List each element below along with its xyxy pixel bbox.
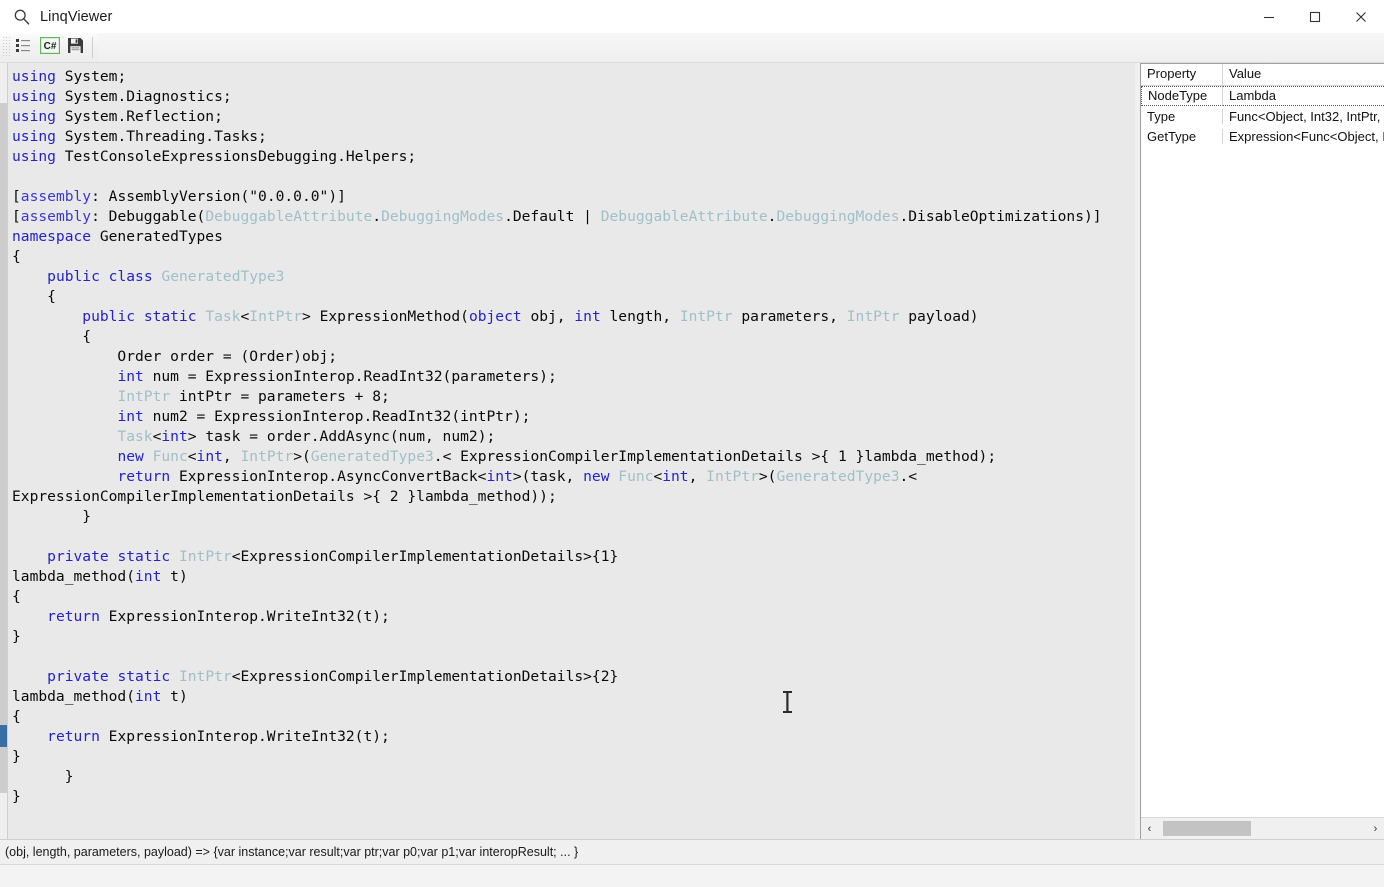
save-icon bbox=[67, 37, 84, 59]
save-button[interactable] bbox=[63, 36, 88, 59]
toolbar-grip[interactable] bbox=[3, 37, 11, 58]
table-row[interactable]: GetType Expression<Func<Object, I bbox=[1141, 126, 1384, 146]
property-name-cell: Type bbox=[1141, 108, 1223, 124]
close-button[interactable] bbox=[1338, 0, 1384, 33]
scroll-track[interactable] bbox=[1158, 819, 1367, 838]
table-row[interactable]: Type Func<Object, Int32, IntPtr, In bbox=[1141, 106, 1384, 126]
editor-vertical-scrollbar[interactable] bbox=[0, 63, 8, 839]
title-bar-left: LinqViewer bbox=[0, 8, 112, 26]
property-grid-pane: Property Value NodeType Lambda Type Func<Ob… bbox=[1140, 63, 1384, 839]
column-header-value[interactable]: Value bbox=[1223, 64, 1384, 85]
property-value-cell: Func<Object, Int32, IntPtr, In bbox=[1229, 108, 1384, 124]
csharp-icon: C# bbox=[39, 36, 60, 59]
table-row[interactable]: NodeType Lambda bbox=[1141, 86, 1384, 106]
linqviewer-window: LinqViewer C# using System; using System… bbox=[0, 0, 1384, 887]
editor-scrollbar-marker bbox=[0, 725, 7, 747]
property-grid-header: Property Value bbox=[1141, 64, 1384, 86]
property-name-cell: NodeType bbox=[1141, 86, 1223, 106]
toolbar-empty-area bbox=[98, 33, 1384, 62]
toolbar: C# bbox=[0, 33, 1384, 63]
column-header-property[interactable]: Property bbox=[1141, 64, 1223, 85]
tree-view-button[interactable] bbox=[11, 36, 36, 59]
main-content: using System; using System.Diagnostics; … bbox=[0, 63, 1384, 839]
scroll-left-icon[interactable]: ‹ bbox=[1141, 819, 1158, 838]
code-content: using System; using System.Diagnostics; … bbox=[12, 68, 1102, 805]
code-text-area[interactable]: using System; using System.Diagnostics; … bbox=[8, 63, 1135, 839]
scroll-thumb[interactable] bbox=[1163, 821, 1251, 836]
svg-text:C#: C# bbox=[43, 41, 56, 52]
window-controls bbox=[1246, 0, 1384, 33]
code-editor-pane: using System; using System.Diagnostics; … bbox=[0, 63, 1135, 839]
tree-view-icon bbox=[15, 37, 32, 58]
maximize-button[interactable] bbox=[1292, 0, 1338, 33]
minimize-button[interactable] bbox=[1246, 0, 1292, 33]
csharp-button[interactable]: C# bbox=[37, 36, 62, 59]
bottom-strip bbox=[0, 864, 1384, 887]
scroll-right-icon[interactable]: › bbox=[1367, 819, 1384, 838]
property-grid-rows: NodeType Lambda Type Func<Object, Int32, In… bbox=[1141, 86, 1384, 146]
property-name-cell: GetType bbox=[1141, 128, 1223, 144]
editor-scrollbar-thumb[interactable] bbox=[0, 103, 7, 793]
status-bar: (obj, length, parameters, payload) => {v… bbox=[0, 839, 1384, 864]
property-value-cell: Expression<Func<Object, I bbox=[1229, 128, 1384, 144]
title-bar: LinqViewer bbox=[0, 0, 1384, 33]
property-grid-horizontal-scrollbar[interactable]: ‹ › bbox=[1141, 817, 1384, 839]
toolbar-separator bbox=[92, 37, 93, 58]
property-value-cell: Lambda bbox=[1223, 86, 1384, 106]
magnifier-icon bbox=[13, 8, 31, 26]
window-title: LinqViewer bbox=[40, 8, 113, 25]
status-bar-text: (obj, length, parameters, payload) => {v… bbox=[5, 845, 579, 859]
property-grid: Property Value NodeType Lambda Type Func<Ob… bbox=[1141, 64, 1384, 817]
